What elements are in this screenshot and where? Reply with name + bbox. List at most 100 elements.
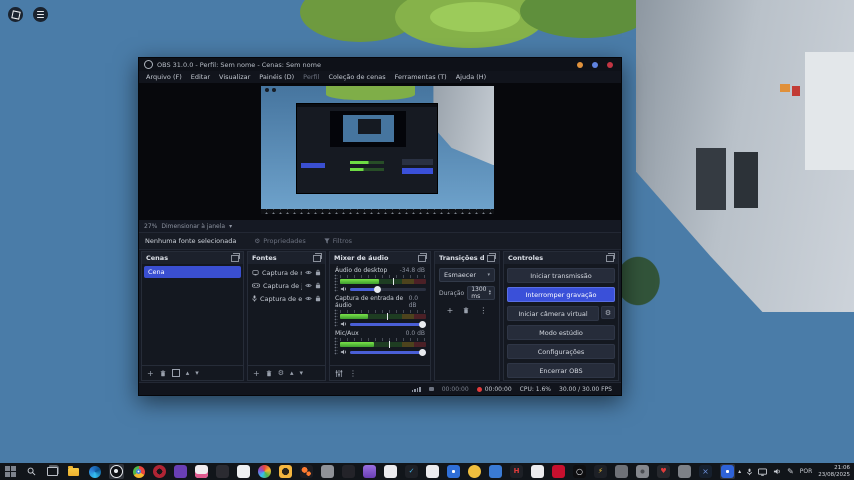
slider-knob[interactable]	[374, 286, 381, 293]
taskbar-app-lightning[interactable]: ⚡	[594, 465, 607, 478]
taskbar-app-chrome[interactable]	[132, 465, 145, 478]
transition-properties-kebab-icon[interactable]: ⋮	[479, 306, 487, 315]
obs-title-bar[interactable]: OBS 31.0.0 - Perfil: Sem nome - Cenas: S…	[139, 58, 621, 71]
microphone-tray-icon[interactable]	[747, 468, 752, 476]
pen-tray-icon[interactable]: ✎	[787, 467, 794, 476]
start-button[interactable]	[4, 465, 17, 478]
chevron-down-icon[interactable]: ▾	[229, 223, 232, 230]
source-properties-gear-icon[interactable]: ⚙	[278, 369, 284, 377]
start-virtual-camera-button[interactable]: Iniciar câmera virtual	[507, 306, 599, 321]
lock-icon[interactable]	[315, 295, 321, 302]
popout-icon[interactable]	[313, 255, 321, 262]
close-button[interactable]	[607, 62, 613, 68]
search-button[interactable]	[25, 465, 38, 478]
scene-filters-button[interactable]	[172, 369, 180, 377]
taskbar-app-obs-active[interactable]	[109, 464, 124, 479]
taskbar-app-document-3[interactable]	[531, 465, 544, 478]
add-source-button[interactable]: +	[253, 369, 260, 378]
speaker-icon[interactable]	[340, 321, 347, 327]
popout-icon[interactable]	[231, 255, 239, 262]
menu-editar[interactable]: Editar	[191, 73, 210, 81]
remove-scene-button[interactable]	[160, 370, 166, 377]
taskbar-app-heart[interactable]: ♥	[657, 465, 670, 478]
hidden-icons-caret[interactable]: ▴	[738, 468, 741, 475]
preview-canvas[interactable]	[261, 86, 494, 214]
taskbar-clock[interactable]: 21:06 23/08/2025	[818, 465, 850, 478]
taskbar-app-gray[interactable]	[321, 465, 334, 478]
move-source-up-button[interactable]: ▴	[290, 369, 294, 377]
add-scene-button[interactable]: +	[147, 369, 154, 378]
taskbar-app-blue[interactable]	[489, 465, 502, 478]
taskbar-app-medal[interactable]	[195, 465, 208, 478]
language-indicator[interactable]: POR	[800, 468, 813, 475]
slider-knob[interactable]	[419, 321, 426, 328]
move-scene-down-button[interactable]: ▾	[195, 369, 199, 377]
spinner-arrows-icon[interactable]: ▴▾	[489, 290, 491, 297]
studio-mode-button[interactable]: Modo estúdio	[507, 325, 615, 340]
visibility-eye-icon[interactable]	[305, 270, 312, 275]
drag-handle-icon[interactable]	[334, 309, 338, 327]
speaker-icon[interactable]	[340, 286, 347, 292]
taskbar-app-photos[interactable]	[258, 465, 271, 478]
slider-knob[interactable]	[419, 349, 426, 356]
volume-slider[interactable]	[350, 288, 426, 291]
display-tray-icon[interactable]	[758, 468, 767, 476]
taskbar-app-document-2[interactable]	[426, 465, 439, 478]
volume-slider[interactable]	[350, 351, 426, 354]
taskbar-app-purple[interactable]	[174, 465, 187, 478]
visibility-eye-icon[interactable]	[305, 296, 312, 301]
speaker-tray-icon[interactable]	[773, 468, 781, 475]
source-list-item[interactable]: Captura de jog	[250, 279, 323, 292]
taskbar-app-notepad[interactable]	[237, 465, 250, 478]
source-list-item[interactable]: Captura de mo	[250, 266, 323, 279]
menu-visualizar[interactable]: Visualizar	[219, 73, 250, 81]
taskbar-app-red-square[interactable]	[552, 465, 565, 478]
taskbar-app-gray-folder[interactable]	[678, 465, 691, 478]
taskbar-app-roblox-avatar[interactable]	[363, 465, 376, 478]
taskbar-app-file-explorer[interactable]	[67, 465, 80, 478]
move-source-down-button[interactable]: ▾	[300, 369, 304, 377]
start-streaming-button[interactable]: Iniciar transmissão	[507, 268, 615, 283]
kebab-menu-icon[interactable]: ⋮	[349, 369, 357, 378]
properties-button[interactable]: ⚙ Propriedades	[254, 237, 305, 245]
taskbar-app-orange-ring[interactable]	[279, 465, 292, 478]
maximize-button[interactable]	[592, 62, 598, 68]
taskbar-app-red-h[interactable]: H	[510, 465, 523, 478]
menu-ajuda[interactable]: Ajuda (H)	[456, 73, 487, 81]
minimize-button[interactable]	[577, 62, 583, 68]
lock-icon[interactable]	[315, 269, 321, 276]
menu-colecao-de-cenas[interactable]: Coleção de cenas	[328, 73, 385, 81]
taskbar-app-roblox-active[interactable]	[720, 464, 735, 479]
menu-paineis[interactable]: Painéis (D)	[259, 73, 294, 81]
exit-obs-button[interactable]: Encerrar OBS	[507, 363, 615, 378]
taskbar-app-gray-2[interactable]	[615, 465, 628, 478]
source-list-item[interactable]: Captura de ent	[250, 292, 323, 305]
filters-button[interactable]: Filtros	[324, 237, 352, 245]
taskbar-app-dark[interactable]	[216, 465, 229, 478]
settings-button[interactable]: Configurações	[507, 344, 615, 359]
visibility-eye-icon[interactable]	[305, 283, 312, 288]
stop-recording-button[interactable]: Interromper gravação	[507, 287, 615, 302]
drag-handle-icon[interactable]	[334, 337, 338, 355]
popout-icon[interactable]	[487, 255, 495, 262]
drag-handle-icon[interactable]	[334, 274, 338, 292]
taskbar-app-blue-dot[interactable]	[447, 465, 460, 478]
taskbar-app-emoji[interactable]	[468, 465, 481, 478]
taskbar-app-dark-blue-x[interactable]: ×	[699, 465, 712, 478]
taskbar-app-dark-z[interactable]	[342, 465, 355, 478]
add-transition-button[interactable]: +	[447, 306, 454, 315]
taskbar-app-document[interactable]	[384, 465, 397, 478]
volume-slider[interactable]	[350, 323, 426, 326]
lock-icon[interactable]	[315, 282, 321, 289]
duration-spinner[interactable]: 1300 ms ▴▾	[467, 286, 495, 300]
speaker-icon[interactable]	[340, 349, 347, 355]
menu-arquivo[interactable]: Arquivo (F)	[146, 73, 182, 81]
remove-transition-button[interactable]	[463, 307, 469, 314]
move-scene-up-button[interactable]: ▴	[186, 369, 190, 377]
chat-menu-button[interactable]	[33, 7, 48, 22]
preview-scale-mode[interactable]: Dimensionar à janela	[161, 223, 225, 230]
popout-icon[interactable]	[606, 255, 614, 262]
taskbar-app-opera-gx[interactable]	[153, 465, 166, 478]
popout-icon[interactable]	[418, 255, 426, 262]
taskbar-app-oval-logo[interactable]: ○	[573, 465, 586, 478]
